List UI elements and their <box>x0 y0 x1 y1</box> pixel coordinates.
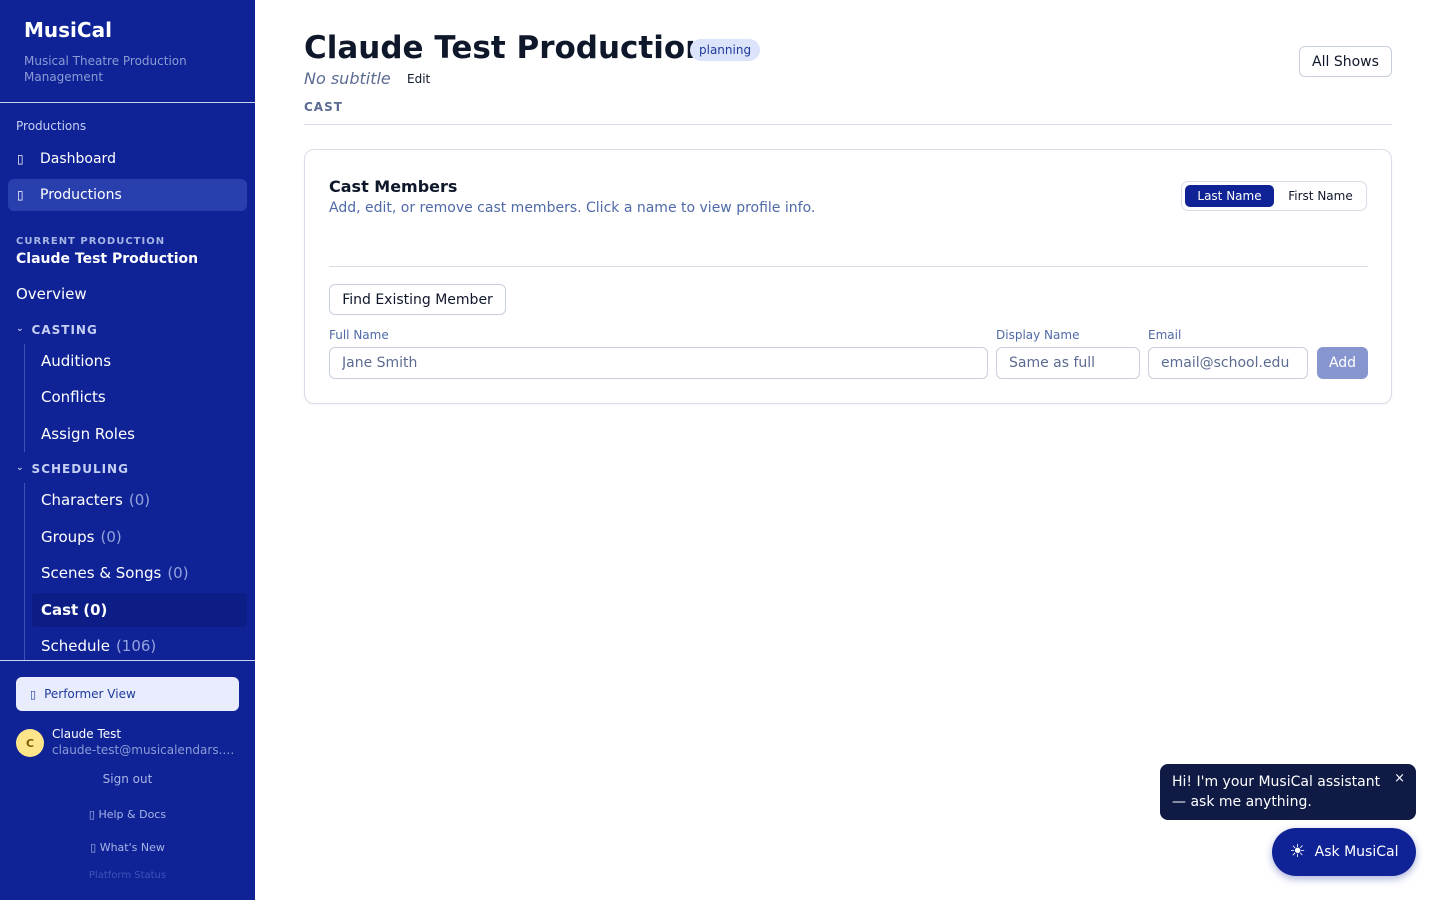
sidebar-item-dashboard[interactable]: ▯ Dashboard <box>8 143 247 175</box>
page-subtitle: No subtitle <box>304 69 391 88</box>
sort-last-name-button[interactable]: Last Name <box>1185 185 1274 207</box>
sparkle-icon: ☀ <box>1289 841 1306 862</box>
platform-status-link[interactable]: Platform Status <box>0 870 255 881</box>
edit-subtitle-button[interactable]: Edit <box>407 72 430 86</box>
email-label: Email <box>1148 328 1182 342</box>
casting-group-line <box>24 344 25 452</box>
brand-logo-text[interactable]: MusiCal <box>24 18 112 42</box>
user-name: Claude Test <box>52 727 122 741</box>
assistant-greeting: Hi! I'm your MusiCal assistant — ask me … <box>1172 774 1381 810</box>
sidebar-item-schedule[interactable]: Schedule (106) <box>32 629 247 663</box>
help-docs-link[interactable]: ▯ Help & Docs <box>0 808 255 821</box>
sidebar-item-scenes-songs[interactable]: Scenes & Songs (0) <box>32 556 247 590</box>
sidebar-item-count: (0) <box>128 491 151 509</box>
header-divider <box>304 124 1392 125</box>
sidebar-item-count: (106) <box>115 637 157 655</box>
dashboard-icon: ▯ <box>17 152 24 166</box>
add-member-button[interactable]: Add <box>1317 347 1368 379</box>
sidebar-item-label: Scenes & Songs <box>41 564 162 582</box>
sidebar-item-label: Characters <box>41 491 123 509</box>
all-shows-button[interactable]: All Shows <box>1299 46 1392 77</box>
sort-first-name-button[interactable]: First Name <box>1277 185 1364 207</box>
scheduling-group-toggle[interactable]: ⌄ SCHEDULING <box>16 462 129 476</box>
brand-subtitle: Musical Theatre Production Management <box>24 54 187 84</box>
productions-icon: ▯ <box>17 188 24 202</box>
sidebar-item-characters[interactable]: Characters (0) <box>32 483 247 517</box>
sidebar-item-label: Cast <box>41 601 79 619</box>
close-icon[interactable]: × <box>1394 769 1405 789</box>
sign-out-link[interactable]: Sign out <box>0 772 255 786</box>
chevron-down-icon: ⌄ <box>16 463 25 473</box>
current-production-label: CURRENT PRODUCTION <box>16 236 166 247</box>
sidebar: MusiCal Musical Theatre Production Manag… <box>0 0 255 900</box>
scheduling-group-line <box>24 483 25 660</box>
avatar: C <box>16 729 44 757</box>
sidebar-item-assign-roles[interactable]: Assign Roles <box>32 417 247 451</box>
casting-group-label: CASTING <box>31 323 98 337</box>
sidebar-item-productions[interactable]: ▯ Productions <box>8 179 247 211</box>
sidebar-item-groups[interactable]: Groups (0) <box>32 520 247 554</box>
whats-new-label: What's New <box>99 841 165 854</box>
sidebar-item-cast[interactable]: Cast (0) <box>32 593 247 627</box>
card-description: Add, edit, or remove cast members. Click… <box>329 200 816 216</box>
find-existing-member-button[interactable]: Find Existing Member <box>329 284 506 315</box>
page-title: Claude Test Production <box>304 30 708 66</box>
card-title: Cast Members <box>329 177 458 196</box>
email-field[interactable] <box>1148 347 1308 379</box>
sidebar-item-label: Groups <box>41 528 95 546</box>
status-badge: planning <box>690 39 761 61</box>
assistant-tooltip: Hi! I'm your MusiCal assistant — ask me … <box>1160 764 1416 820</box>
full-name-label: Full Name <box>329 328 389 342</box>
sidebar-item-label: Productions <box>40 187 122 203</box>
whats-new-link[interactable]: ▯ What's New <box>0 841 255 854</box>
scheduling-group-label: SCHEDULING <box>31 462 129 476</box>
nav-section-label: Productions <box>16 119 87 133</box>
casting-group-toggle[interactable]: ⌄ CASTING <box>16 323 98 337</box>
sidebar-item-label: Assign Roles <box>41 425 135 443</box>
performer-view-label: Performer View <box>44 687 136 701</box>
sidebar-item-conflicts[interactable]: Conflicts <box>32 380 247 414</box>
sidebar-item-auditions[interactable]: Auditions <box>32 344 247 378</box>
sidebar-item-count: (0) <box>100 528 122 546</box>
sidebar-item-label: Schedule <box>41 637 110 655</box>
performer-icon: ▯ <box>30 687 37 701</box>
ask-musical-button[interactable]: ☀ Ask MusiCal <box>1272 828 1416 876</box>
sparkle-icon: ▯ <box>90 841 100 854</box>
sidebar-item-label: Auditions <box>41 352 112 370</box>
full-name-field[interactable] <box>329 347 988 379</box>
help-docs-label: Help & Docs <box>98 808 167 821</box>
ask-musical-label: Ask MusiCal <box>1314 844 1399 860</box>
sidebar-item-label: Conflicts <box>41 388 106 406</box>
card-divider <box>329 266 1368 267</box>
sort-toggle: Last Name First Name <box>1181 181 1367 211</box>
current-production-name: Claude Test Production <box>16 251 199 267</box>
user-email: claude-test@musicalendars.com <box>52 743 237 757</box>
sidebar-bottom-divider <box>0 660 255 661</box>
chevron-down-icon: ⌄ <box>16 324 25 334</box>
sidebar-item-count: (0) <box>167 564 189 582</box>
sidebar-item-overview[interactable]: Overview <box>16 285 87 303</box>
sidebar-divider <box>0 102 255 103</box>
performer-view-button[interactable]: ▯ Performer View <box>16 677 239 711</box>
sidebar-item-count: (0) <box>83 601 108 619</box>
tab-cast: CAST <box>304 100 343 114</box>
display-name-field[interactable] <box>996 347 1140 379</box>
sidebar-item-label: Dashboard <box>40 151 116 167</box>
cast-members-card: Cast Members Add, edit, or remove cast m… <box>304 149 1392 404</box>
display-name-label: Display Name <box>996 328 1080 342</box>
